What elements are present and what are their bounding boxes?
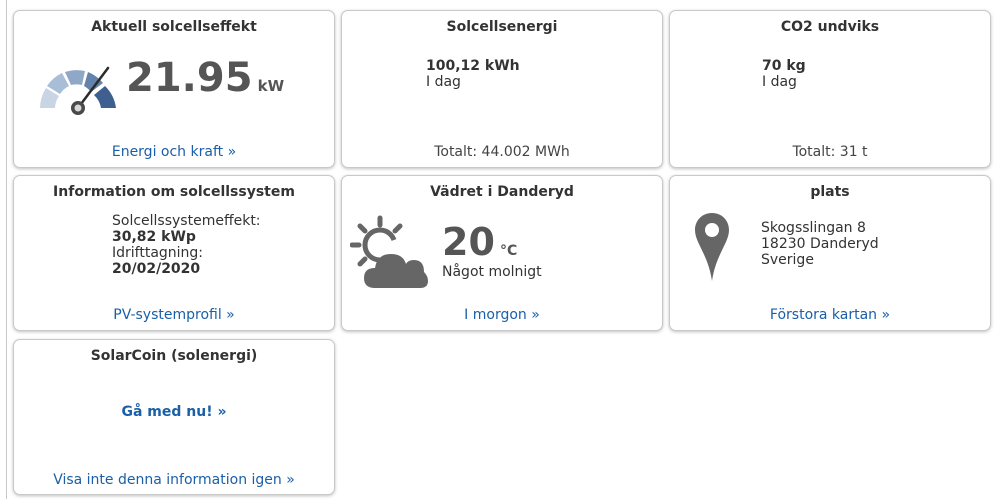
- card-title: Solcellsenergi: [446, 19, 558, 35]
- capacity-value: 30,82 kWp: [112, 229, 196, 245]
- co2-today-label: I dag: [762, 74, 797, 90]
- join-now-link[interactable]: Gå med nu! »: [14, 404, 334, 420]
- power-value: 21.95: [126, 55, 253, 101]
- card-co2-avoided: CO2 undviks 70 kg I dag Totalt: 31 t: [669, 10, 991, 168]
- gauge-icon: [40, 66, 116, 115]
- energy-total: Totalt: 44.002 MWh: [434, 144, 570, 160]
- capacity-label: Solcellssystemeffekt:: [112, 213, 261, 229]
- address-street: Skogsslingan 8: [761, 220, 866, 236]
- power-unit: kW: [257, 77, 285, 95]
- commissioning-label: Idrifttagning:: [112, 245, 204, 261]
- card-title: Information om solcellssystem: [53, 184, 295, 200]
- card-solar-energy: Solcellsenergi 100,12 kWh I dag Totalt: …: [341, 10, 663, 168]
- temperature-value: 20: [442, 220, 495, 264]
- co2-total: Totalt: 31 t: [792, 144, 868, 160]
- card-title: SolarCoin (solenergi): [90, 348, 258, 364]
- card-title: Aktuell solcellseffekt: [91, 19, 257, 35]
- card-title: Vädret i Danderyd: [430, 184, 574, 200]
- address-country: Sverige: [761, 252, 814, 268]
- weather-temp: 20 °C: [442, 220, 517, 264]
- map-pin-icon: [695, 213, 729, 281]
- card-title: plats: [810, 184, 850, 200]
- card-location: plats Skogsslingan 8 18230 Danderyd Sver…: [669, 175, 991, 331]
- co2-today: 70 kg I dag: [762, 58, 806, 90]
- temperature-unit: °C: [499, 243, 518, 259]
- energy-today-value: 100,12 kWh: [426, 58, 520, 74]
- tomorrow-forecast-link[interactable]: I morgon »: [342, 307, 662, 323]
- weather-condition: Något molnigt: [442, 264, 542, 280]
- energy-today: 100,12 kWh I dag: [426, 58, 520, 90]
- address-city: 18230 Danderyd: [761, 236, 879, 252]
- card-current-power: Aktuell solcellseffekt 21.95 kW Energi o…: [13, 10, 335, 168]
- card-solarcoin: SolarCoin (solenergi) Gå med nu! » Visa …: [13, 339, 335, 495]
- power-readout: 21.95 kW: [126, 55, 284, 101]
- energy-and-power-link[interactable]: Energi och kraft »: [14, 144, 334, 160]
- dismiss-info-link[interactable]: Visa inte denna information igen »: [14, 472, 334, 488]
- address: Skogsslingan 8 18230 Danderyd Sverige: [761, 220, 879, 268]
- pv-system-profile-link[interactable]: PV-systemprofil »: [14, 307, 334, 323]
- left-divider: [6, 0, 7, 499]
- partly-cloudy-icon: [350, 215, 428, 288]
- enlarge-map-link[interactable]: Förstora kartan »: [670, 307, 990, 323]
- card-system-info: Information om solcellssystem Solcellssy…: [13, 175, 335, 331]
- commissioning-value: 20/02/2020: [112, 261, 201, 277]
- energy-today-label: I dag: [426, 74, 461, 90]
- system-details: Solcellssystemeffekt: 30,82 kWp Idriftta…: [112, 213, 261, 277]
- card-weather: Vädret i Danderyd 20 °C Något molnigt I …: [341, 175, 663, 331]
- co2-today-value: 70 kg: [762, 58, 806, 74]
- card-title: CO2 undviks: [780, 19, 880, 35]
